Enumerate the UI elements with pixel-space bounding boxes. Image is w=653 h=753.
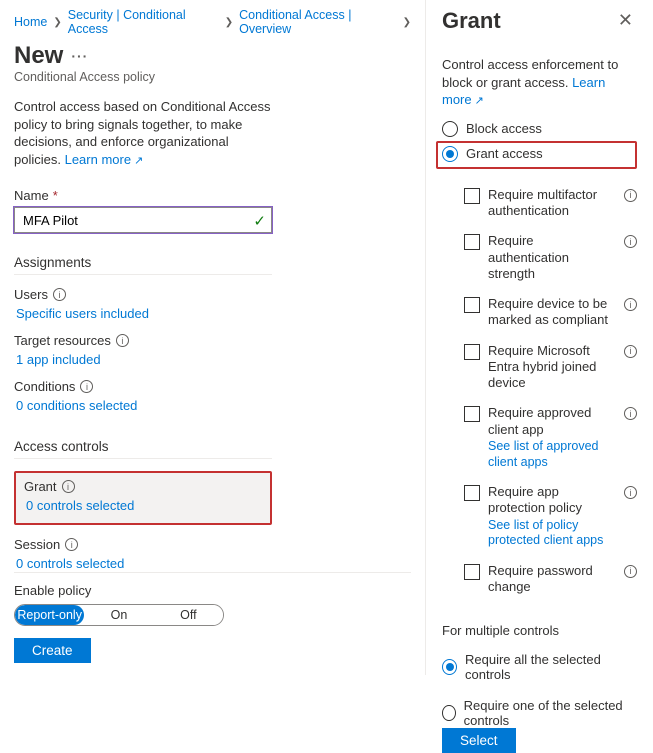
info-icon[interactable]: i <box>624 298 637 311</box>
require-password-change-checkbox[interactable]: Require password change i <box>464 563 637 596</box>
policy-description: Control access based on Conditional Acce… <box>14 98 274 168</box>
breadcrumb-security[interactable]: Security | Conditional Access <box>68 8 219 36</box>
conditions-label: Conditionsi <box>14 379 411 394</box>
more-actions-button[interactable]: ··· <box>71 48 88 64</box>
main-column: Home ❯ Security | Conditional Access ❯ C… <box>0 0 425 675</box>
info-icon[interactable]: i <box>624 345 637 358</box>
target-resources-link[interactable]: 1 app included <box>14 352 411 367</box>
protected-client-apps-link[interactable]: See list of policy protected client apps <box>488 518 619 549</box>
toggle-off[interactable]: Off <box>154 605 223 625</box>
approved-client-apps-link[interactable]: See list of approved client apps <box>488 439 619 470</box>
info-icon[interactable]: i <box>62 480 75 493</box>
info-icon[interactable]: i <box>53 288 66 301</box>
require-hybrid-device-checkbox[interactable]: Require Microsoft Entra hybrid joined de… <box>464 343 637 392</box>
grant-section[interactable]: Granti 0 controls selected <box>14 471 272 525</box>
close-icon[interactable]: ✕ <box>614 8 637 33</box>
name-label: Name* <box>14 188 411 203</box>
target-resources-label: Target resourcesi <box>14 333 411 348</box>
grant-label: Granti <box>24 479 262 494</box>
radio-icon <box>442 121 458 137</box>
panel-description: Control access enforcement to block or g… <box>442 56 632 109</box>
users-label: Usersi <box>14 287 411 302</box>
info-icon[interactable]: i <box>624 235 637 248</box>
checkbox-icon <box>464 234 480 250</box>
chevron-right-icon: ❯ <box>225 17 233 28</box>
enable-policy-toggle[interactable]: Report-only On Off <box>14 604 224 626</box>
require-all-radio[interactable]: Require all the selected controls <box>442 652 637 682</box>
grant-access-radio[interactable]: Grant access <box>442 146 543 162</box>
require-approved-client-checkbox[interactable]: Require approved client app See list of … <box>464 405 637 470</box>
info-icon[interactable]: i <box>624 486 637 499</box>
info-icon[interactable]: i <box>624 407 637 420</box>
multiple-controls-label: For multiple controls <box>442 623 637 638</box>
session-link[interactable]: 0 controls selected <box>14 556 411 571</box>
name-input[interactable] <box>14 207 272 233</box>
toggle-report-only[interactable]: Report-only <box>15 605 84 625</box>
page-subtitle: Conditional Access policy <box>14 70 411 84</box>
info-icon[interactable]: i <box>116 334 129 347</box>
breadcrumb: Home ❯ Security | Conditional Access ❯ C… <box>14 8 411 36</box>
require-app-protection-checkbox[interactable]: Require app protection policy See list o… <box>464 484 637 549</box>
assignments-heading: Assignments <box>14 255 272 275</box>
select-button[interactable]: Select <box>442 728 516 753</box>
radio-icon <box>442 146 458 162</box>
require-one-radio[interactable]: Require one of the selected controls <box>442 698 637 728</box>
info-icon[interactable]: i <box>80 380 93 393</box>
checkbox-icon <box>464 344 480 360</box>
panel-title: Grant <box>442 8 501 34</box>
grant-panel: Grant ✕ Control access enforcement to bl… <box>425 0 653 675</box>
checkbox-icon <box>464 297 480 313</box>
create-button[interactable]: Create <box>14 638 91 663</box>
users-link[interactable]: Specific users included <box>14 306 411 321</box>
info-icon[interactable]: i <box>65 538 78 551</box>
breadcrumb-overview[interactable]: Conditional Access | Overview <box>239 8 397 36</box>
learn-more-link[interactable]: Learn more <box>65 152 144 167</box>
enable-policy-label: Enable policy <box>14 583 411 598</box>
toggle-on[interactable]: On <box>84 605 153 625</box>
check-icon: ✓ <box>253 212 266 230</box>
checkbox-icon <box>464 188 480 204</box>
radio-icon <box>442 659 457 675</box>
checkbox-icon <box>464 485 480 501</box>
conditions-link[interactable]: 0 conditions selected <box>14 398 411 413</box>
require-auth-strength-checkbox[interactable]: Require authentication strength i <box>464 233 637 282</box>
info-icon[interactable]: i <box>624 565 637 578</box>
checkbox-icon <box>464 564 480 580</box>
require-compliant-device-checkbox[interactable]: Require device to be marked as compliant… <box>464 296 637 329</box>
require-mfa-checkbox[interactable]: Require multifactor authentication i <box>464 187 637 220</box>
block-access-radio[interactable]: Block access <box>442 121 637 137</box>
chevron-right-icon: ❯ <box>53 17 61 28</box>
page-title: New ··· <box>14 42 411 70</box>
access-controls-heading: Access controls <box>14 439 272 454</box>
chevron-right-icon: ❯ <box>403 17 411 28</box>
grant-link[interactable]: 0 controls selected <box>24 498 262 513</box>
checkbox-icon <box>464 406 480 422</box>
session-label: Sessioni <box>14 537 411 552</box>
radio-icon <box>442 705 456 721</box>
breadcrumb-home[interactable]: Home <box>14 15 47 29</box>
info-icon[interactable]: i <box>624 189 637 202</box>
